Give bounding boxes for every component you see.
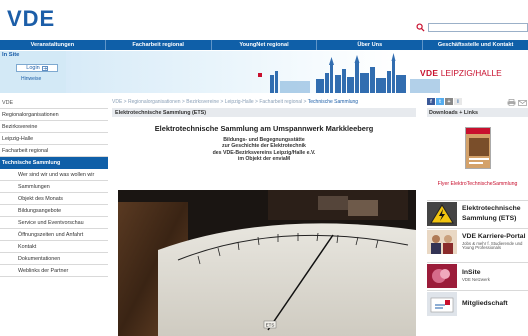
karriere-photo-icon — [427, 230, 457, 254]
sidebar-item-9[interactable]: Bildungsangebote — [0, 205, 108, 217]
intro-text: Bildungs- und Begegnungsstätte zur Geschi… — [112, 137, 416, 162]
karriere-portal-box[interactable]: VDE Karriere-Portal Jobs & mehr f. Studie… — [427, 228, 528, 255]
hinweise-link[interactable]: Hinweise — [21, 76, 41, 82]
sidebar-item-14[interactable]: Weblinks der Partner — [0, 265, 108, 277]
insite-box[interactable]: InSite VDE Netzwerk — [427, 262, 528, 289]
warning-sign-icon — [427, 202, 457, 226]
sidebar-item-12[interactable]: Kontakt — [0, 241, 108, 253]
breadcrumb-item-4[interactable]: Facharbeit regional — [259, 99, 302, 105]
social-icons: f t + i — [427, 98, 462, 105]
downloads-title: Downloads + Links — [429, 109, 478, 116]
flyer-link[interactable]: Flyer ElektroTechnischeSammlung — [427, 181, 528, 187]
insite-photo-icon — [427, 264, 457, 288]
left-sidebar: VDE Regionalorganisationen Bezirksvereine L… — [0, 97, 108, 277]
info-icon[interactable]: i — [454, 98, 462, 105]
breadcrumb-item-2[interactable]: Bezirksvereine — [186, 99, 219, 105]
karriere-subtitle: Jobs & mehr f. Studierende und Young Pro… — [462, 240, 523, 250]
login-button[interactable]: Login — [16, 64, 58, 72]
main-nav: Veranstaltungen Facharbeit regional YoungN… — [0, 40, 528, 50]
sidebar-item-1[interactable]: Regionalorganisationen — [0, 109, 108, 121]
breadcrumb: VDE > Regionalorganisationen > Bezirksve… — [112, 99, 358, 105]
sidebar-item-11[interactable]: Öffnungszeiten und Anfahrt — [0, 229, 108, 241]
sidebar-item-2[interactable]: Bezirksvereine — [0, 121, 108, 133]
downloads-links-bar: Downloads + Links — [427, 108, 528, 117]
sidebar-item-7[interactable]: Sammlungen — [0, 181, 108, 193]
facebook-icon[interactable]: f — [427, 98, 435, 105]
sidebar-item-3[interactable]: Leipzig-Halle — [0, 133, 108, 145]
flyer-thumbnail[interactable] — [465, 127, 491, 169]
breadcrumb-item-1[interactable]: Regionalorganisationen — [128, 99, 181, 105]
section-title-bar: Elektrotechnische Sammlung (ETS) — [112, 108, 416, 117]
measuring-instrument-photo: ETS — [118, 190, 416, 336]
ets-box-title: Elektrotechnische — [462, 204, 521, 212]
insite-panel: In Site Login Hinweise — [0, 51, 66, 93]
vde-logo[interactable]: VDE — [7, 6, 55, 32]
mail-icon[interactable] — [518, 100, 527, 106]
sidebar-item-5[interactable]: Technische Sammlung — [0, 157, 108, 169]
ets-box-title2: Sammlung (ETS) — [462, 214, 517, 222]
print-icon[interactable] — [507, 99, 516, 106]
sidebar-item-4[interactable]: Facharbeit regional — [0, 145, 108, 157]
nav-item-1[interactable]: Facharbeit regional — [106, 40, 212, 50]
page-title: Elektrotechnische Sammlung am Umspannwer… — [154, 124, 374, 133]
instrument-illustration: ETS — [118, 190, 416, 336]
sidebar-item-0[interactable]: VDE — [0, 97, 108, 109]
mitgliedschaft-box[interactable]: Mitgliedschaft — [427, 290, 528, 317]
vde-leipzig-halle-logo[interactable]: VDE LEIPZIG/HALLE — [420, 68, 502, 78]
header-banner: In Site Login Hinweise VDE LEIPZIG/HALLE — [0, 51, 528, 93]
insite-label: In Site — [2, 52, 20, 58]
insite-title: InSite — [462, 268, 481, 276]
nav-item-4[interactable]: Geschäftsstelle und Kontakt — [423, 40, 528, 50]
nav-item-2[interactable]: YoungNet regional — [212, 40, 318, 50]
sidebar-item-8[interactable]: Objekt des Monats — [0, 193, 108, 205]
breadcrumb-item-3[interactable]: Leipzig-Halle — [225, 99, 254, 105]
mitgliedschaft-title: Mitgliedschaft — [462, 299, 508, 307]
breadcrumb-item-0[interactable]: VDE — [112, 99, 122, 105]
mitgliedschaft-photo-icon — [427, 292, 457, 316]
search-input[interactable] — [428, 23, 528, 32]
search-icon[interactable] — [416, 23, 425, 32]
sidebar-item-13[interactable]: Dokumentationen — [0, 253, 108, 265]
nav-item-0[interactable]: Veranstaltungen — [0, 40, 106, 50]
intro-line-3: im Objekt der enviaM — [237, 155, 291, 162]
search-area — [416, 22, 528, 34]
photo-ets-label: ETS — [266, 323, 275, 328]
karriere-title: VDE Karriere-Portal — [462, 232, 526, 240]
insite-subtitle: VDE Netzwerk — [462, 276, 490, 282]
sidebar-item-10[interactable]: Service und Eventvorschau — [0, 217, 108, 229]
login-arrow-icon — [41, 65, 48, 71]
share-icon[interactable]: + — [445, 98, 453, 105]
ets-box[interactable]: Elektrotechnische Sammlung (ETS) — [427, 200, 528, 227]
sidebar-item-6[interactable]: Wer sind wir und was wollen wir — [0, 169, 108, 181]
nav-item-3[interactable]: Über Uns — [317, 40, 424, 50]
breadcrumb-item-5: Technische Sammlung — [307, 99, 359, 105]
twitter-icon[interactable]: t — [436, 98, 444, 105]
section-title: Elektrotechnische Sammlung (ETS) — [115, 109, 207, 116]
